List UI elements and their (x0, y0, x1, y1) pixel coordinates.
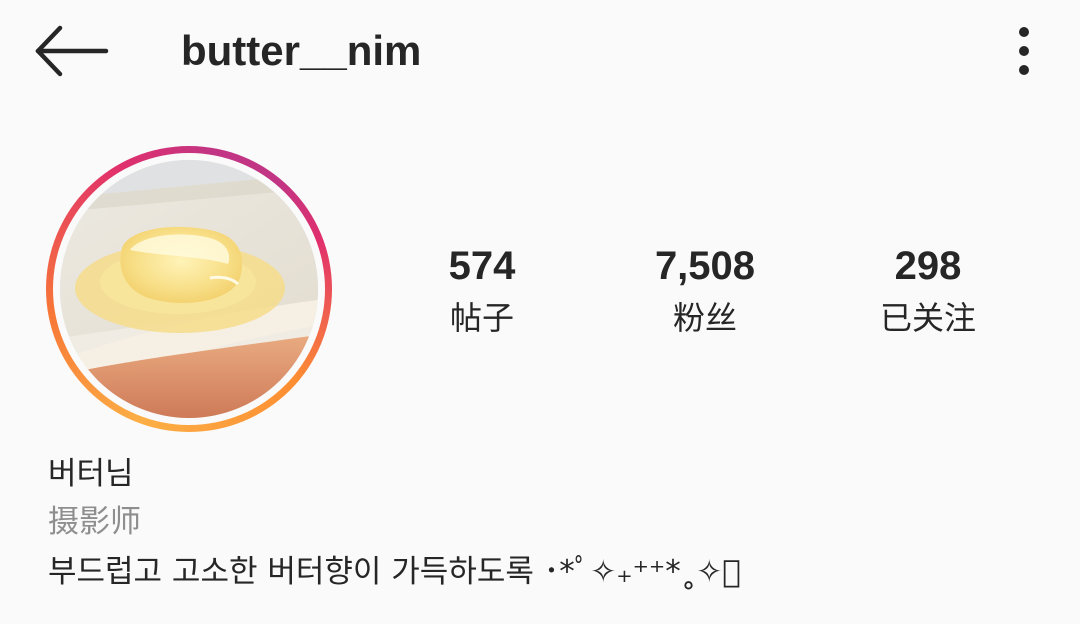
arrow-left-icon (35, 25, 109, 77)
top-bar: butter__nim (0, 0, 1080, 104)
profile-category: 摄影师 (48, 504, 141, 540)
avatar-image (60, 160, 318, 418)
profile-bio: 버터님 摄影师 부드럽고 고소한 버터향이 가득하도록 ･*ﾟ✧₊⁺⁺*˳✧ﾟ (48, 450, 1048, 598)
vertical-ellipsis-icon (1019, 27, 1029, 75)
posts-count-label: 帖子 (449, 299, 514, 337)
more-options-button[interactable] (1004, 22, 1044, 80)
bio-text: 부드럽고 고소한 버터향이 가득하도록 ･*ﾟ✧₊⁺⁺*˳✧ﾟ (48, 554, 741, 590)
following-count-label: 已关注 (879, 299, 976, 337)
display-name: 버터님 (48, 456, 134, 492)
posts-count[interactable]: 574 帖子 (382, 240, 582, 344)
following-count[interactable]: 298 已关注 (828, 240, 1028, 344)
followers-count[interactable]: 7,508 粉丝 (605, 240, 805, 344)
posts-count-value: 574 (448, 244, 516, 288)
back-button[interactable] (30, 22, 112, 80)
following-count-value: 298 (894, 244, 962, 288)
followers-count-value: 7,508 (654, 244, 756, 288)
followers-count-label: 粉丝 (672, 299, 737, 337)
profile-avatar[interactable] (46, 146, 332, 432)
profile-username: butter__nim (181, 27, 422, 74)
